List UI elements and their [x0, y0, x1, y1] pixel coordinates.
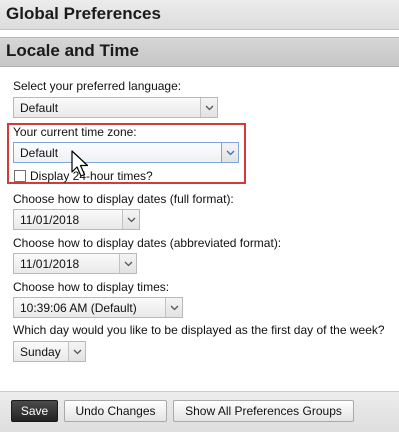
mouse-pointer-icon	[71, 150, 89, 177]
timezone-label: Your current time zone:	[13, 125, 137, 139]
times-select-value: 10:39:06 AM (Default)	[20, 301, 137, 315]
language-label: Select your preferred language:	[13, 79, 182, 93]
date-abbr-label: Choose how to display dates (abbreviated…	[13, 236, 282, 250]
first-day-select[interactable]: Sunday	[13, 341, 86, 362]
section-title: Locale and Time	[6, 41, 139, 60]
show-all-preferences-groups-button[interactable]: Show All Preferences Groups	[173, 400, 354, 422]
date-full-select[interactable]: 11/01/2018	[13, 209, 140, 230]
date-abbr-select[interactable]: 11/01/2018	[13, 253, 137, 274]
first-day-select-value: Sunday	[20, 345, 61, 359]
display-24-hour-checkbox[interactable]	[14, 170, 26, 182]
times-label: Choose how to display times:	[13, 280, 170, 294]
global-preferences-header: Global Preferences	[0, 0, 399, 30]
chevron-down-icon[interactable]	[200, 98, 217, 117]
date-full-label: Choose how to display dates (full format…	[13, 192, 234, 206]
date-full-select-value: 11/01/2018	[20, 213, 80, 227]
button-bar: Save Undo Changes Show All Preferences G…	[0, 391, 399, 432]
chevron-down-icon[interactable]	[68, 342, 85, 361]
times-select[interactable]: 10:39:06 AM (Default)	[13, 297, 183, 318]
page-title: Global Preferences	[6, 4, 161, 23]
first-day-label: Which day would you like to be displayed…	[13, 323, 385, 337]
chevron-down-icon[interactable]	[122, 210, 139, 229]
date-abbr-select-value: 11/01/2018	[20, 257, 80, 271]
undo-changes-button[interactable]: Undo Changes	[64, 400, 167, 422]
chevron-down-icon[interactable]	[165, 298, 182, 317]
language-select[interactable]: Default	[13, 97, 218, 118]
timezone-select[interactable]: Default	[13, 142, 239, 163]
chevron-down-icon[interactable]	[119, 254, 136, 273]
language-select-value: Default	[20, 101, 59, 115]
locale-time-section-header: Locale and Time	[0, 37, 399, 67]
save-button[interactable]: Save	[11, 400, 58, 422]
timezone-select-value: Default	[20, 146, 59, 160]
chevron-down-icon[interactable]	[221, 143, 238, 162]
